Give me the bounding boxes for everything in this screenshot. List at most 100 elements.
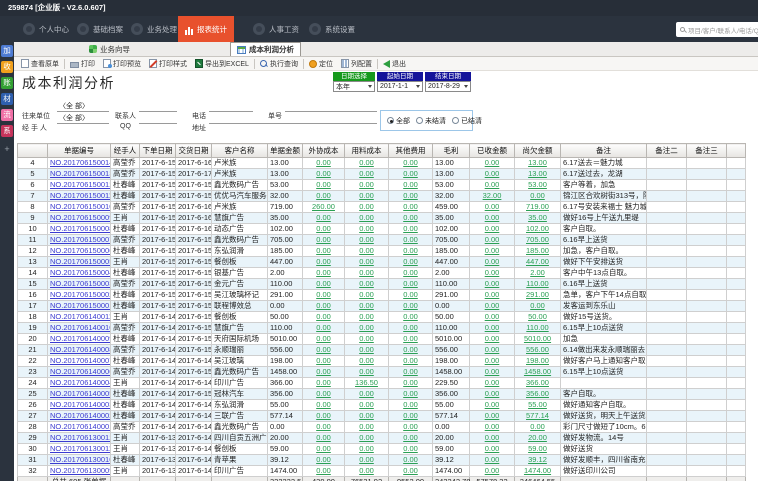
amount-link[interactable]: 1458.00 [524, 367, 551, 376]
toolbar-button-0[interactable]: 查看原单 [17, 58, 63, 70]
radio-settled[interactable]: 已结清 [452, 116, 482, 126]
table-row[interactable]: 21NO.201706140008高莹乔2017-6-142017-6-15永顺… [18, 345, 746, 356]
column-header[interactable]: 单据编号 [48, 144, 111, 158]
nav-item-5[interactable]: 系统设置 [302, 16, 362, 42]
amount-link[interactable]: 0.00 [485, 378, 500, 387]
order-link[interactable]: NO.201706150002 [50, 290, 111, 299]
amount-link[interactable]: 0.00 [403, 411, 418, 420]
table-row[interactable]: 17NO.201706150001杜春峰2017-6-152017-6-15联程… [18, 301, 746, 312]
amount-link[interactable]: 0.00 [359, 191, 374, 200]
amount-link[interactable]: 0.00 [403, 224, 418, 233]
order-link[interactable]: NO.201706150013 [50, 169, 111, 178]
nav-item-2[interactable]: 业务处理 [124, 16, 184, 42]
quick-button-6[interactable]: + [1, 143, 13, 155]
amount-link[interactable]: 0.00 [485, 367, 500, 376]
amount-link[interactable]: 0.00 [316, 466, 331, 475]
amount-link[interactable]: 0.00 [403, 356, 418, 365]
column-header[interactable] [18, 144, 48, 158]
order-link[interactable]: NO.201706150011 [50, 191, 111, 200]
table-row[interactable]: 32NO.201706130009王肖2017-6-132017-6-14印川广… [18, 466, 746, 477]
column-header[interactable]: 其他费用 [389, 144, 433, 158]
quick-button-2[interactable]: 账 [1, 77, 13, 89]
order-link[interactable]: NO.201706150012 [50, 180, 111, 189]
column-header[interactable]: 单据金额 [268, 144, 303, 158]
amount-link[interactable]: 0.00 [403, 213, 418, 222]
amount-link[interactable]: 0.00 [316, 169, 331, 178]
amount-link[interactable]: 0.00 [359, 466, 374, 475]
nav-item-0[interactable]: 个人中心 [16, 16, 76, 42]
amount-link[interactable]: 2.00 [530, 268, 545, 277]
amount-link[interactable]: 0.00 [403, 246, 418, 255]
amount-link[interactable]: 0.00 [359, 202, 374, 211]
column-header[interactable]: 经手人 [111, 144, 140, 158]
amount-link[interactable]: 0.00 [485, 433, 500, 442]
amount-link[interactable]: 0.00 [359, 455, 374, 464]
quick-button-5[interactable]: 系 [1, 125, 13, 137]
amount-link[interactable]: 0.00 [485, 334, 500, 343]
amount-link[interactable]: 0.00 [485, 180, 500, 189]
amount-link[interactable]: 0.00 [359, 257, 374, 266]
order-link[interactable]: NO.201706140003 [50, 400, 111, 409]
table-row[interactable]: 22NO.201706140007杜春峰2017-6-142017-6-14吴江… [18, 356, 746, 367]
handler-input[interactable]: 〈全 部〉 [57, 114, 109, 124]
amount-link[interactable]: 0.00 [359, 400, 374, 409]
amount-link[interactable]: 20.00 [528, 433, 547, 442]
amount-link[interactable]: 0.00 [316, 444, 331, 453]
grid-header-row[interactable]: 单据编号经手人下单日期交货日期客户名称单据金额外协成本用料成本其他费用毛利已收金… [18, 144, 746, 158]
column-header[interactable]: 客户名称 [212, 144, 268, 158]
amount-link[interactable]: 447.00 [526, 257, 549, 266]
amount-link[interactable]: 0.00 [403, 323, 418, 332]
amount-link[interactable]: 0.00 [359, 356, 374, 365]
table-row[interactable]: 20NO.201706140009杜春峰2017-6-142017-6-15天府… [18, 334, 746, 345]
amount-link[interactable]: 0.00 [485, 202, 500, 211]
amount-link[interactable]: 0.00 [359, 444, 374, 453]
amount-link[interactable]: 0.00 [359, 268, 374, 277]
amount-link[interactable]: 0.00 [485, 466, 500, 475]
amount-link[interactable]: 0.00 [485, 279, 500, 288]
order-link[interactable]: NO.201706150010 [50, 202, 111, 211]
order-link[interactable]: NO.201706140011 [50, 312, 111, 321]
amount-link[interactable]: 0.00 [403, 235, 418, 244]
amount-link[interactable]: 0.00 [403, 334, 418, 343]
amount-link[interactable]: 0.00 [403, 158, 418, 167]
table-row[interactable]: 7NO.201706150011杜春峰2017-6-152017-6-15优优马… [18, 191, 746, 202]
amount-link[interactable]: 185.00 [526, 246, 549, 255]
amount-link[interactable]: 0.00 [403, 455, 418, 464]
amount-link[interactable]: 0.00 [359, 290, 374, 299]
amount-link[interactable]: 0.00 [316, 411, 331, 420]
amount-link[interactable]: 102.00 [526, 224, 549, 233]
toolbar-button-5[interactable]: 执行查询 [256, 58, 302, 70]
table-row[interactable]: 28NO.201706140001高莹乔2017-6-142017-6-14鑫光… [18, 422, 746, 433]
amount-link[interactable]: 0.00 [485, 422, 500, 431]
counterparty-input[interactable]: 〈全 部〉 [57, 102, 109, 112]
quick-button-1[interactable]: 收 [1, 61, 13, 73]
amount-link[interactable]: 0.00 [316, 213, 331, 222]
amount-link[interactable]: 0.00 [530, 191, 545, 200]
amount-link[interactable]: 0.00 [403, 180, 418, 189]
amount-link[interactable]: 0.00 [359, 235, 374, 244]
table-row[interactable]: 31NO.201706130010杜春峰2017-6-132017-6-14青苹… [18, 455, 746, 466]
amount-link[interactable]: 0.00 [485, 224, 500, 233]
amount-link[interactable]: 0.00 [403, 202, 418, 211]
table-row[interactable]: 10NO.201706150008杜春峰2017-6-152017-6-16动态… [18, 224, 746, 235]
order-link[interactable]: NO.201706150006 [50, 246, 111, 255]
amount-link[interactable]: 110.00 [526, 279, 548, 288]
contact-input[interactable] [139, 102, 177, 112]
amount-link[interactable]: 0.00 [403, 279, 418, 288]
amount-link[interactable]: 0.00 [316, 158, 331, 167]
table-row[interactable]: 27NO.201706140002杜春峰2017-6-142017-6-14三联… [18, 411, 746, 422]
amount-link[interactable]: 0.00 [359, 345, 374, 354]
amount-link[interactable]: 0.00 [359, 389, 374, 398]
amount-link[interactable]: 0.00 [316, 422, 331, 431]
phone-input[interactable] [209, 102, 253, 112]
table-row[interactable]: 26NO.201706140003杜春峰2017-6-142017-6-14东弘… [18, 400, 746, 411]
amount-link[interactable]: 0.00 [403, 466, 418, 475]
table-row[interactable]: 6NO.201706150012杜春峰2017-6-152017-6-15鑫光数… [18, 180, 746, 191]
table-row[interactable]: 11NO.201706150007高莹乔2017-6-152017-6-15鑫光… [18, 235, 746, 246]
amount-link[interactable]: 0.00 [359, 180, 374, 189]
amount-link[interactable]: 0.00 [403, 400, 418, 409]
amount-link[interactable]: 0.00 [485, 455, 500, 464]
column-header[interactable]: 备注二 [647, 144, 687, 158]
nav-item-1[interactable]: 基础档案 [70, 16, 130, 42]
amount-link[interactable]: 0.00 [403, 345, 418, 354]
